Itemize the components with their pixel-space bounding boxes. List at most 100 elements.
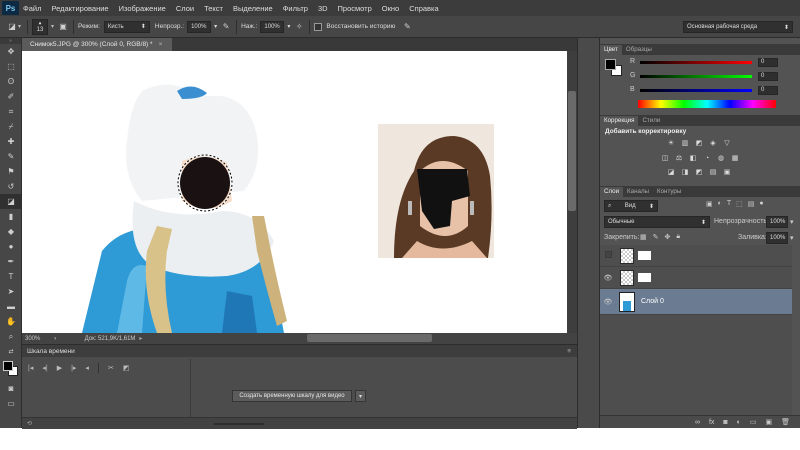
channel-g-value[interactable]: 0 xyxy=(758,72,778,81)
opacity-chevron-icon[interactable]: ▾ xyxy=(214,23,217,30)
path-select-tool-icon[interactable]: ➤ xyxy=(0,284,22,299)
panel-menu-icon[interactable]: ≡ xyxy=(567,348,571,355)
color-spectrum-ramp[interactable] xyxy=(638,100,776,108)
foreground-color-swatch[interactable] xyxy=(3,361,13,371)
black-white-icon[interactable]: ◧ xyxy=(688,154,698,162)
audio-icon[interactable]: ◂ xyxy=(85,364,89,372)
lasso-tool-icon[interactable]: ʘ xyxy=(0,74,22,89)
layer-row-selected[interactable]: 👁︎ Слой 0 xyxy=(600,289,792,315)
move-tool-icon[interactable]: ✥ xyxy=(0,44,22,59)
swap-colors-icon[interactable]: ⇄ xyxy=(0,344,22,359)
layer-opacity-input[interactable]: 100% xyxy=(766,216,788,228)
layer-row[interactable] xyxy=(600,245,792,267)
exposure-icon[interactable]: ◈ xyxy=(708,139,718,147)
brush-tool-icon[interactable]: ✎ xyxy=(0,149,22,164)
blur-tool-icon[interactable]: ◆ xyxy=(0,224,22,239)
dodge-tool-icon[interactable]: ● xyxy=(0,239,22,254)
tab-styles[interactable]: Стили xyxy=(638,116,664,126)
blend-mode-select[interactable]: Обычные ⬍ xyxy=(604,216,710,228)
airbrush-icon[interactable]: ✧ xyxy=(293,21,305,33)
pen-tool-icon[interactable]: ✒ xyxy=(0,254,22,269)
tab-channels[interactable]: Каналы xyxy=(623,187,653,197)
filter-toggle-icon[interactable]: ● xyxy=(759,200,763,208)
delete-layer-icon[interactable]: 🗑︎ xyxy=(781,418,790,426)
zoom-level[interactable]: 300% xyxy=(25,336,49,342)
filter-pixel-icon[interactable]: ▣ xyxy=(706,200,713,208)
color-swatches[interactable] xyxy=(0,359,21,381)
eraser-tool-icon[interactable]: ◪ xyxy=(6,21,18,33)
filter-shape-icon[interactable]: ⬚ xyxy=(736,200,743,208)
marquee-tool-icon[interactable]: ⬚ xyxy=(0,59,22,74)
crop-tool-icon[interactable]: ⌗ xyxy=(0,104,22,119)
status-menu-icon[interactable]: ◑ xyxy=(53,336,57,342)
posterize-icon[interactable]: ◨ xyxy=(680,168,690,176)
document-canvas[interactable] xyxy=(22,51,567,333)
filter-adjust-icon[interactable]: ◐ xyxy=(718,200,722,208)
channel-mixer-icon[interactable]: ◍ xyxy=(716,154,726,162)
menu-image[interactable]: Изображение xyxy=(119,4,166,13)
workspace-select[interactable]: Основная рабочая среда ⬍ xyxy=(683,21,793,33)
hue-saturation-icon[interactable]: ◫ xyxy=(660,154,670,162)
color-lookup-icon[interactable]: ▦ xyxy=(730,154,740,162)
zoom-slider-track[interactable] xyxy=(214,423,264,425)
lock-position-icon[interactable]: ✥ xyxy=(665,233,671,241)
lock-all-icon[interactable]: 🔒︎ xyxy=(676,233,680,241)
hand-tool-icon[interactable]: ✋ xyxy=(0,314,22,329)
split-icon[interactable]: ✂ xyxy=(108,364,114,372)
menu-view[interactable]: Просмотр xyxy=(338,4,372,13)
type-tool-icon[interactable]: T xyxy=(0,269,22,284)
menu-edit[interactable]: Редактирование xyxy=(51,4,108,13)
curves-icon[interactable]: ◩ xyxy=(694,139,704,147)
next-frame-icon[interactable]: |▸ xyxy=(71,364,76,372)
layer-name[interactable]: Слой 0 xyxy=(641,298,664,305)
gradient-tool-icon[interactable]: ▮ xyxy=(0,209,22,224)
quick-select-tool-icon[interactable]: ✐ xyxy=(0,89,22,104)
vertical-scrollbar[interactable] xyxy=(567,51,577,333)
prev-frame-icon[interactable]: ◂| xyxy=(42,364,47,372)
layer-filter-select[interactable]: ⌕ Вид ⬍ xyxy=(604,200,658,212)
tab-paths[interactable]: Контуры xyxy=(653,187,685,197)
menu-type[interactable]: Текст xyxy=(204,4,223,13)
fill-input[interactable]: 100% xyxy=(766,232,788,244)
channel-b-slider[interactable] xyxy=(640,89,752,92)
eyedropper-tool-icon[interactable]: ⌿ xyxy=(0,119,22,134)
filter-type-icon[interactable]: T xyxy=(727,200,731,208)
menu-layers[interactable]: Слои xyxy=(176,4,194,13)
brush-size-picker[interactable]: • 13 xyxy=(32,18,49,35)
transition-icon[interactable]: ◩ xyxy=(123,364,130,372)
restore-history-checkbox[interactable] xyxy=(314,22,323,31)
photo-filter-icon[interactable]: ◔ xyxy=(702,154,712,162)
vertical-scroll-thumb[interactable] xyxy=(568,91,576,211)
visibility-off-icon[interactable] xyxy=(600,251,616,260)
fill-chevron-icon[interactable]: ▾ xyxy=(790,234,794,242)
shape-tool-icon[interactable]: ▬ xyxy=(0,299,22,314)
info-arrow-icon[interactable]: ▸ xyxy=(139,335,142,342)
quick-mask-icon[interactable]: ◙ xyxy=(0,381,22,396)
first-frame-icon[interactable]: |◂ xyxy=(28,364,33,372)
channel-r-slider[interactable] xyxy=(640,61,752,64)
channel-g-slider[interactable] xyxy=(640,75,752,78)
filter-smart-icon[interactable]: ▤ xyxy=(748,200,755,208)
menu-help[interactable]: Справка xyxy=(409,4,438,13)
eye-icon[interactable]: 👁︎ xyxy=(600,298,616,306)
new-layer-icon[interactable]: ▣ xyxy=(765,418,772,426)
layer-style-icon[interactable]: fx xyxy=(709,419,714,426)
tab-layers[interactable]: Слои xyxy=(600,187,624,197)
threshold-icon[interactable]: ◩ xyxy=(694,168,704,176)
foreground-color-swatch[interactable] xyxy=(605,59,616,70)
adjustment-layer-icon[interactable]: ◐ xyxy=(737,419,741,426)
menu-select[interactable]: Выделение xyxy=(233,4,273,13)
opacity-input[interactable]: 100% xyxy=(187,20,212,33)
menu-file[interactable]: Файл xyxy=(23,4,41,13)
add-mask-icon[interactable]: ◙ xyxy=(723,419,727,426)
link-layers-icon[interactable]: ∞ xyxy=(695,419,700,426)
tab-adjustments[interactable]: Коррекция xyxy=(600,116,639,126)
eraser-tool-icon[interactable]: ◪ xyxy=(0,194,22,209)
lock-transparency-icon[interactable]: ▦ xyxy=(640,233,647,241)
invert-icon[interactable]: ◪ xyxy=(666,168,676,176)
selective-color-icon[interactable]: ▣ xyxy=(722,168,732,176)
lock-image-icon[interactable]: ✎ xyxy=(653,233,659,241)
pressure-chevron-icon[interactable]: ▾ xyxy=(287,23,290,30)
horizontal-scroll-thumb[interactable] xyxy=(307,334,432,342)
chevron-down-icon[interactable]: ▾ xyxy=(355,390,366,402)
